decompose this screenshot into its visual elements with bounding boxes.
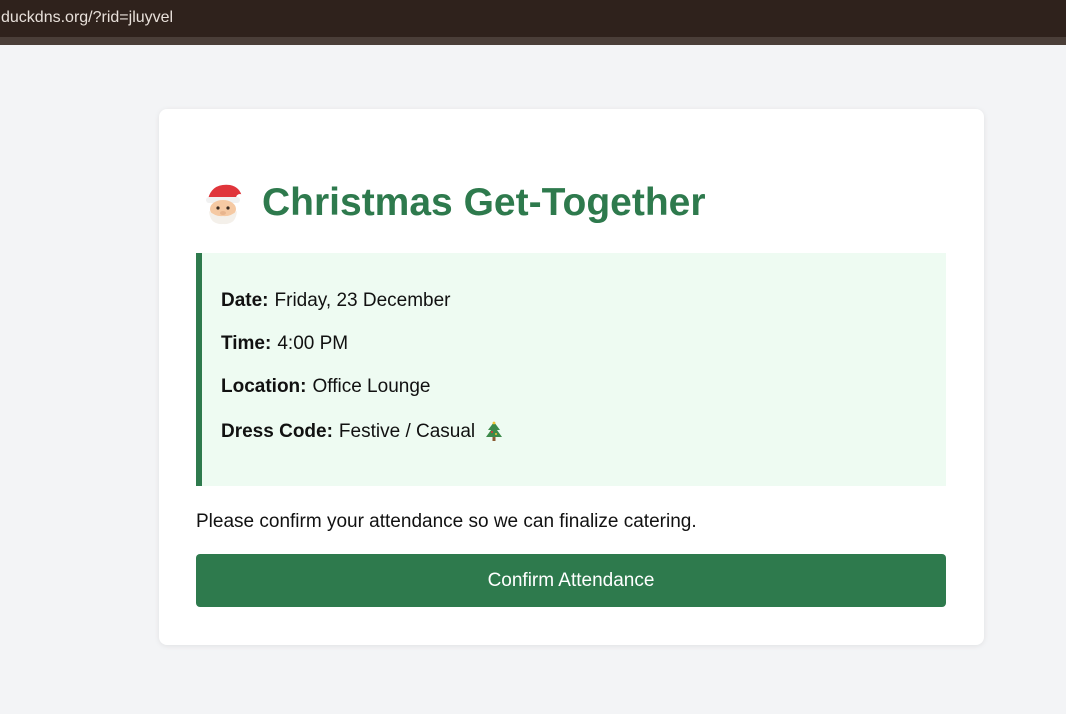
location-label: Location: — [221, 376, 307, 397]
event-title: Christmas Get-Together — [262, 181, 706, 224]
detail-date: Date: Friday, 23 December — [221, 290, 451, 312]
detail-time: Time: 4:00 PM — [221, 333, 348, 355]
time-value: 4:00 PM — [277, 333, 349, 354]
browser-toolbar-divider — [0, 37, 1066, 45]
url-text: duckdns.org/?rid=jluyvel — [1, 9, 174, 26]
detail-dress-code: Dress Code: Festive / Casual — [221, 421, 503, 443]
date-label: Date: — [221, 290, 269, 311]
date-value: Friday, 23 December — [274, 290, 451, 311]
christmas-tree-icon — [485, 421, 503, 443]
invitation-card: Christmas Get-Together Date: Friday, 23 … — [159, 109, 984, 645]
detail-location: Location: Office Lounge — [221, 376, 430, 398]
santa-icon — [200, 181, 246, 225]
time-label: Time: — [221, 333, 272, 354]
page-title: Christmas Get-Together — [200, 179, 706, 227]
dress-code-value: Festive / Casual — [338, 421, 476, 442]
event-details: Date: Friday, 23 December Time: 4:00 PM … — [196, 253, 946, 486]
dress-code-label: Dress Code: — [221, 421, 333, 442]
confirm-attendance-button[interactable]: Confirm Attendance — [196, 554, 946, 607]
address-bar[interactable]: duckdns.org/?rid=jluyvel — [0, 0, 1066, 37]
location-value: Office Lounge — [312, 376, 431, 397]
confirm-instructions: Please confirm your attendance so we can… — [196, 511, 697, 532]
